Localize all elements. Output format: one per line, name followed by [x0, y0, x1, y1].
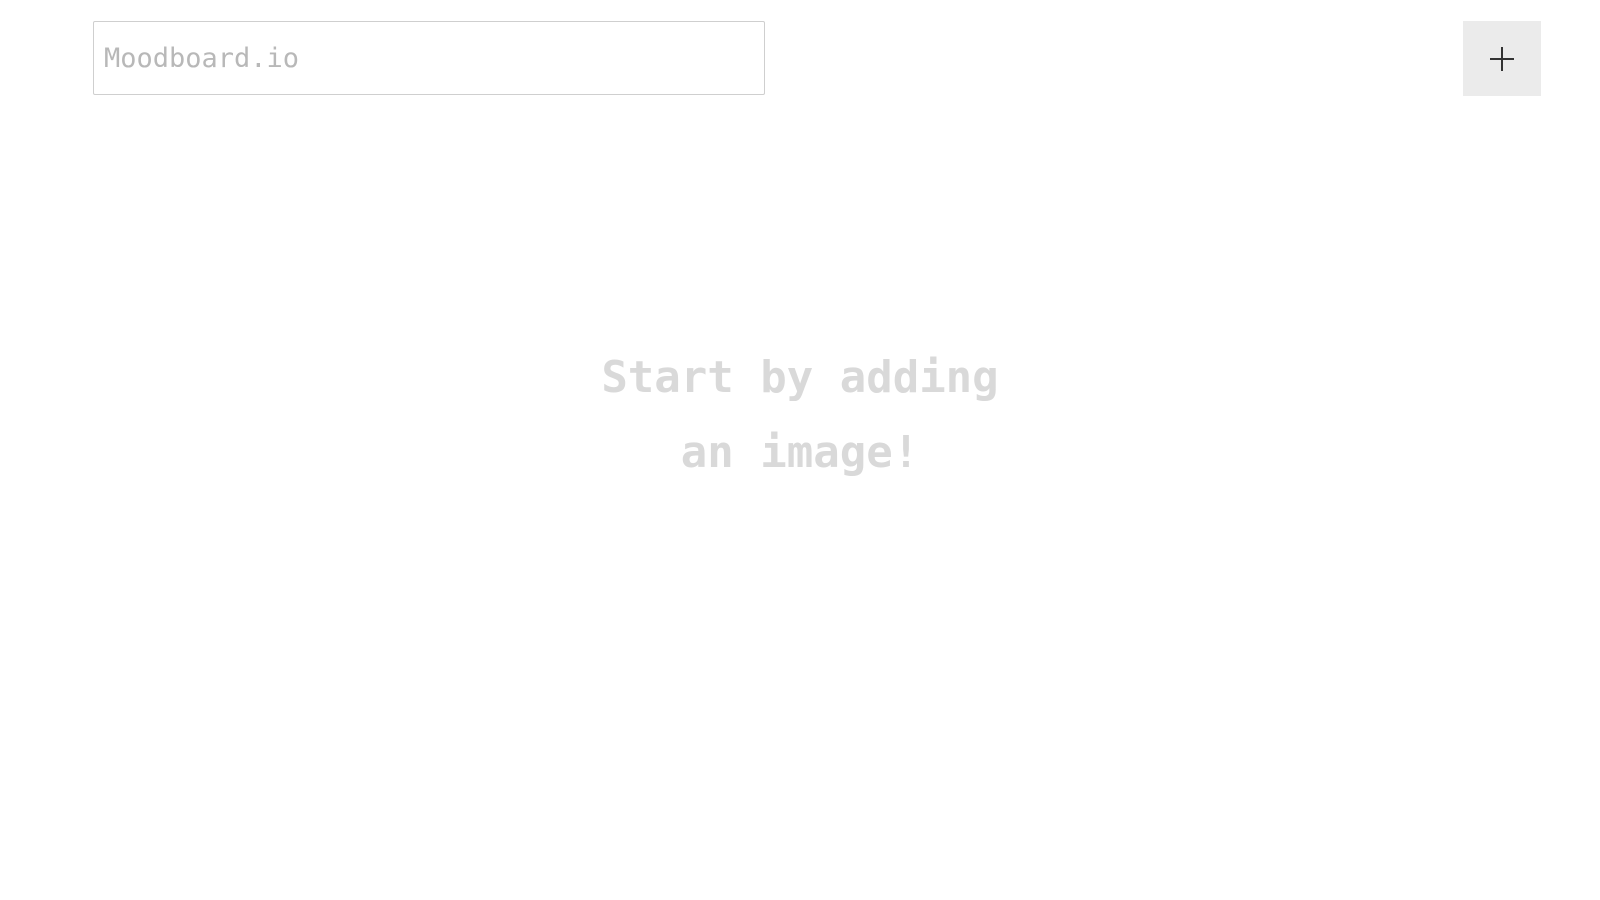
- empty-state-line-2: an image!: [680, 427, 920, 478]
- plus-icon: [1490, 46, 1514, 71]
- empty-state-line-1: Start by adding: [601, 352, 999, 403]
- add-image-button[interactable]: [1463, 21, 1541, 96]
- empty-state-message: Start by adding an image!: [0, 340, 1600, 490]
- board-title-input[interactable]: [93, 21, 765, 95]
- moodboard-app: Start by adding an image!: [0, 0, 1600, 900]
